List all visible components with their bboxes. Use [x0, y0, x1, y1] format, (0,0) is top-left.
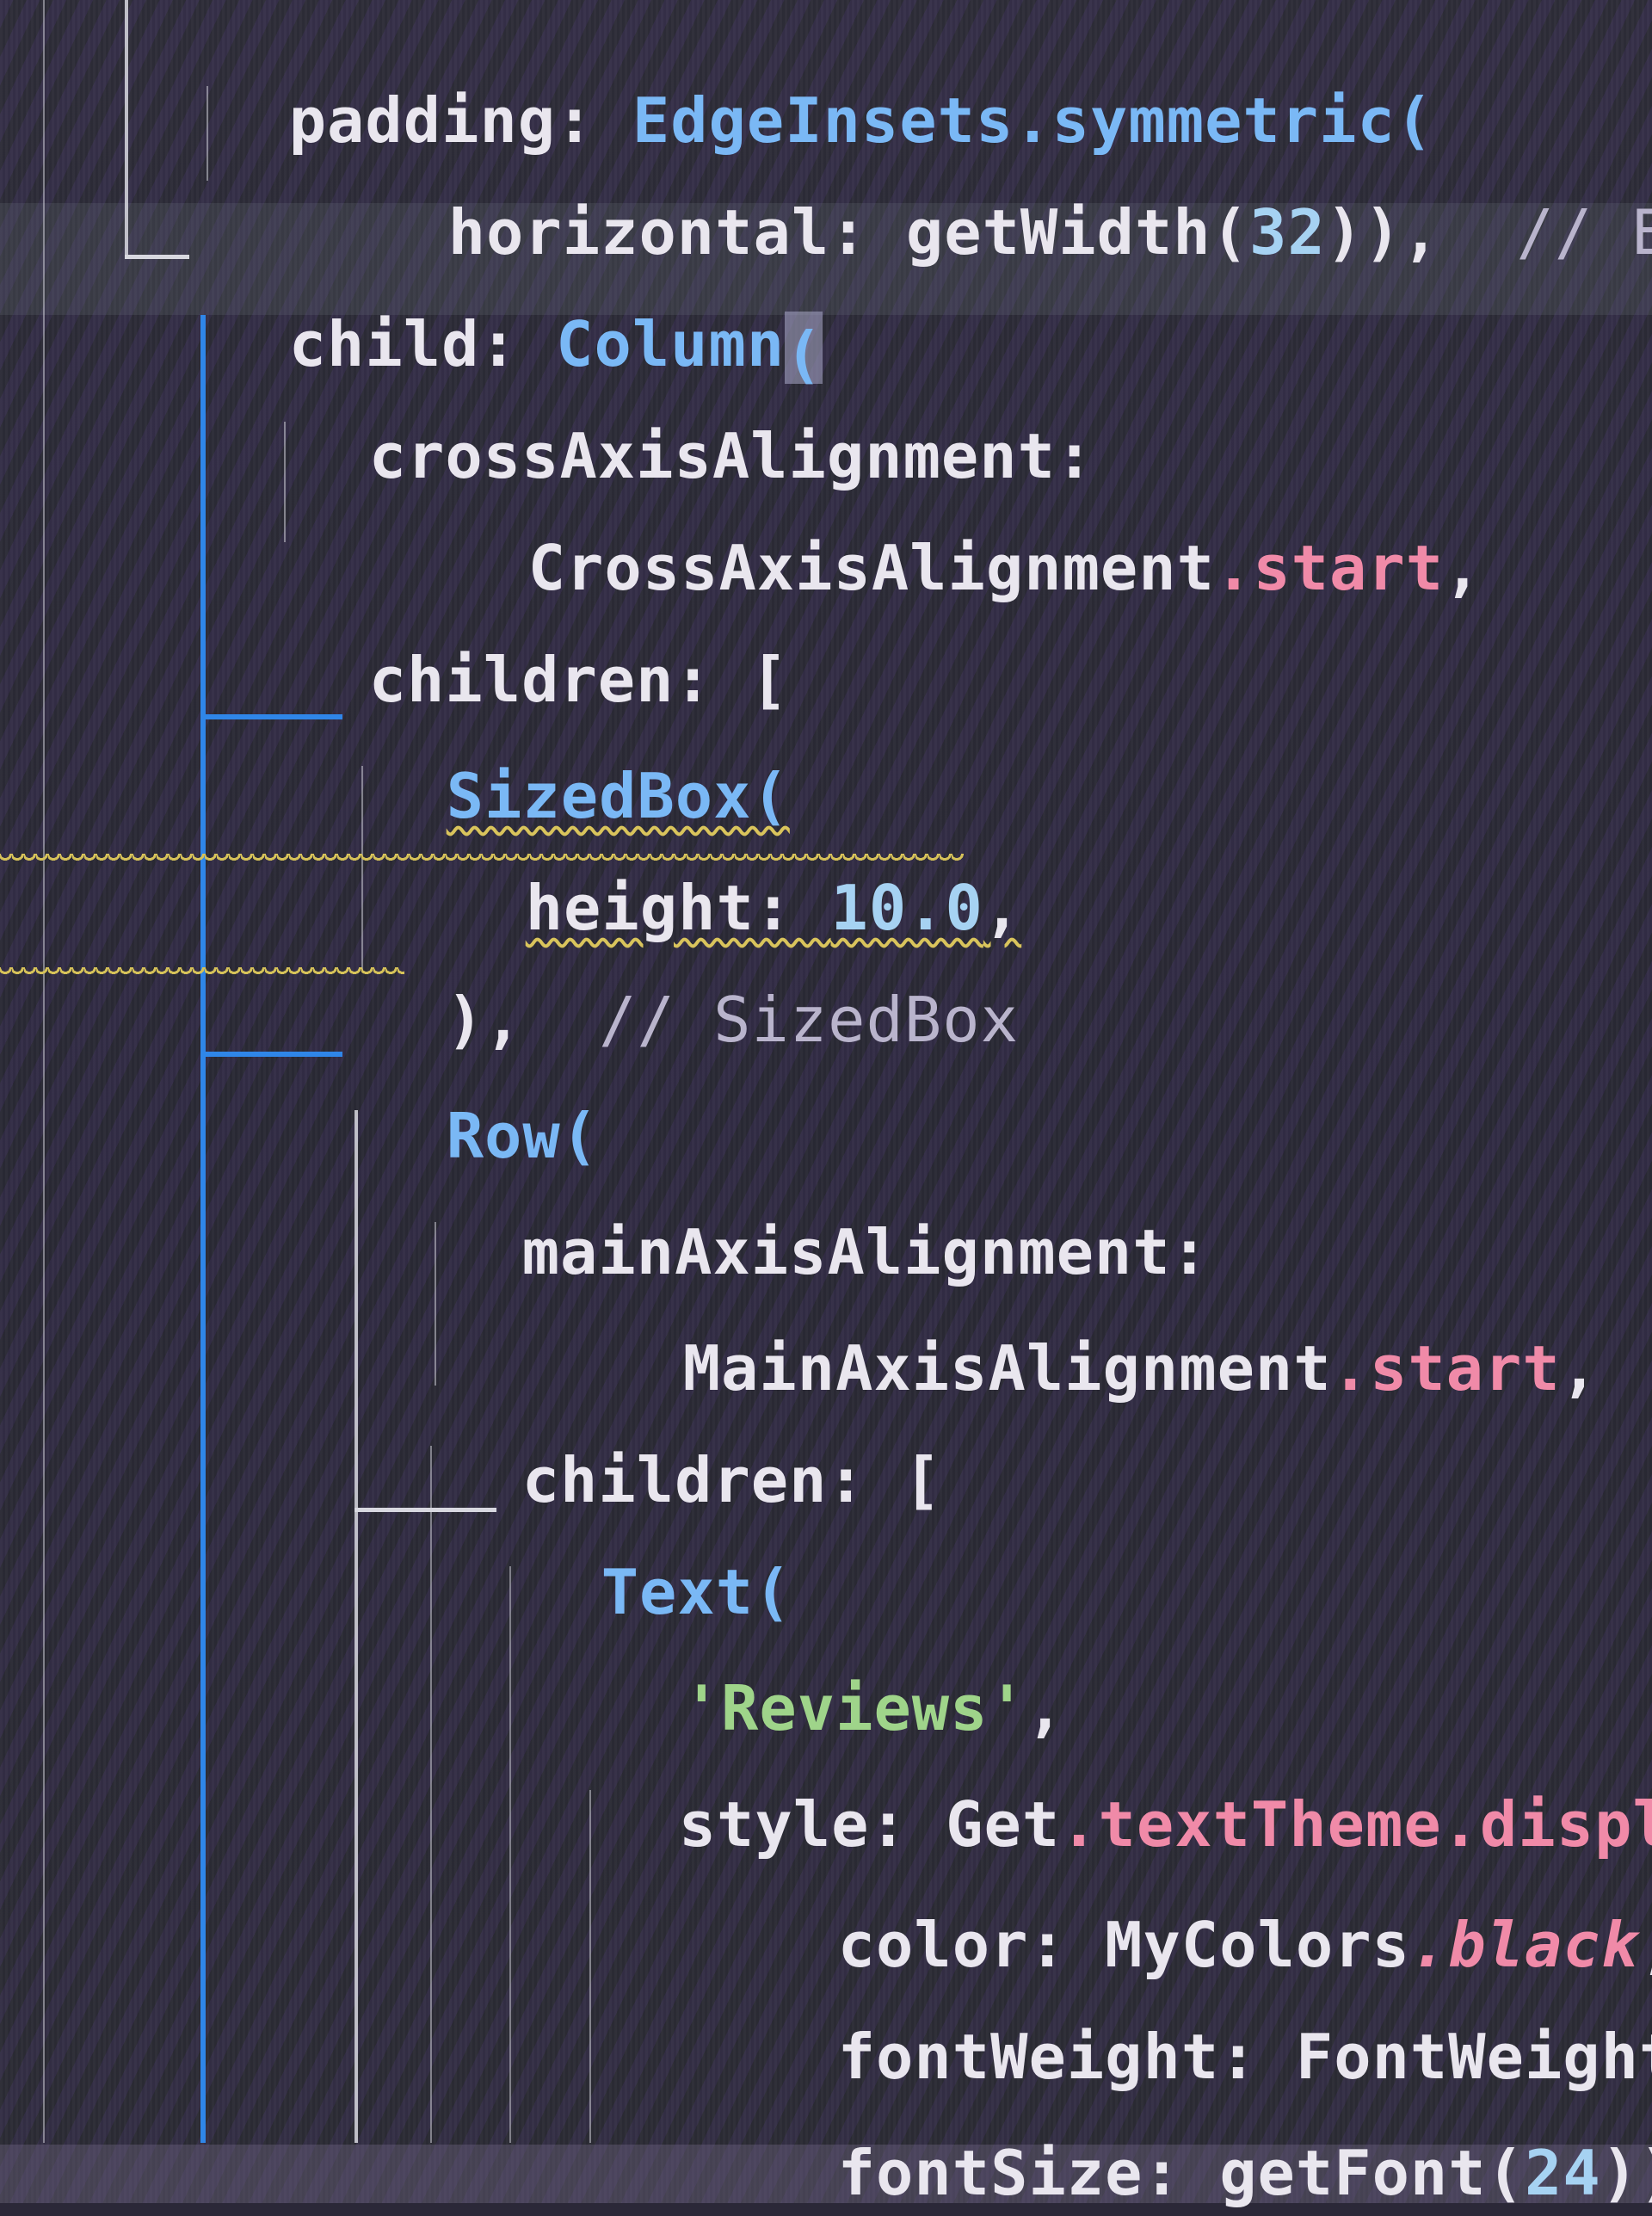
active-scope-branch	[200, 1052, 342, 1057]
indent-guide	[430, 1446, 432, 2143]
code-token: .start	[1331, 1332, 1561, 1404]
indent-guide	[435, 1222, 436, 1386]
code-token: 24	[1524, 2137, 1601, 2209]
code-token: ))	[1600, 2137, 1652, 2209]
indent-guide	[206, 86, 208, 181]
code-token: .start	[1214, 532, 1445, 604]
code-token: getFont(	[1219, 2137, 1525, 2209]
indent-guide	[509, 1566, 511, 2143]
indent-guide-branch	[125, 255, 189, 259]
warning-squiggle	[0, 967, 404, 978]
code-line[interactable]: fontSize: getFont(24))	[761, 2044, 1652, 2216]
code-token: )),	[1325, 196, 1517, 269]
indent-guide	[125, 0, 128, 258]
code-token: getWidth(	[905, 196, 1250, 269]
indent-guide	[354, 1110, 358, 2143]
indent-guide	[284, 422, 286, 542]
code-comment: // SizedBox	[599, 984, 1019, 1056]
active-scope-guide	[200, 315, 206, 2143]
indent-guide	[361, 766, 363, 972]
indent-guide	[43, 0, 45, 2143]
code-token: 32	[1249, 196, 1326, 269]
code-token: ,	[1444, 532, 1482, 604]
indent-guide	[589, 1790, 591, 2143]
code-comment: // E	[1516, 196, 1652, 269]
code-token: ,	[1560, 1332, 1600, 1404]
code-token: fontSize:	[837, 2137, 1220, 2209]
